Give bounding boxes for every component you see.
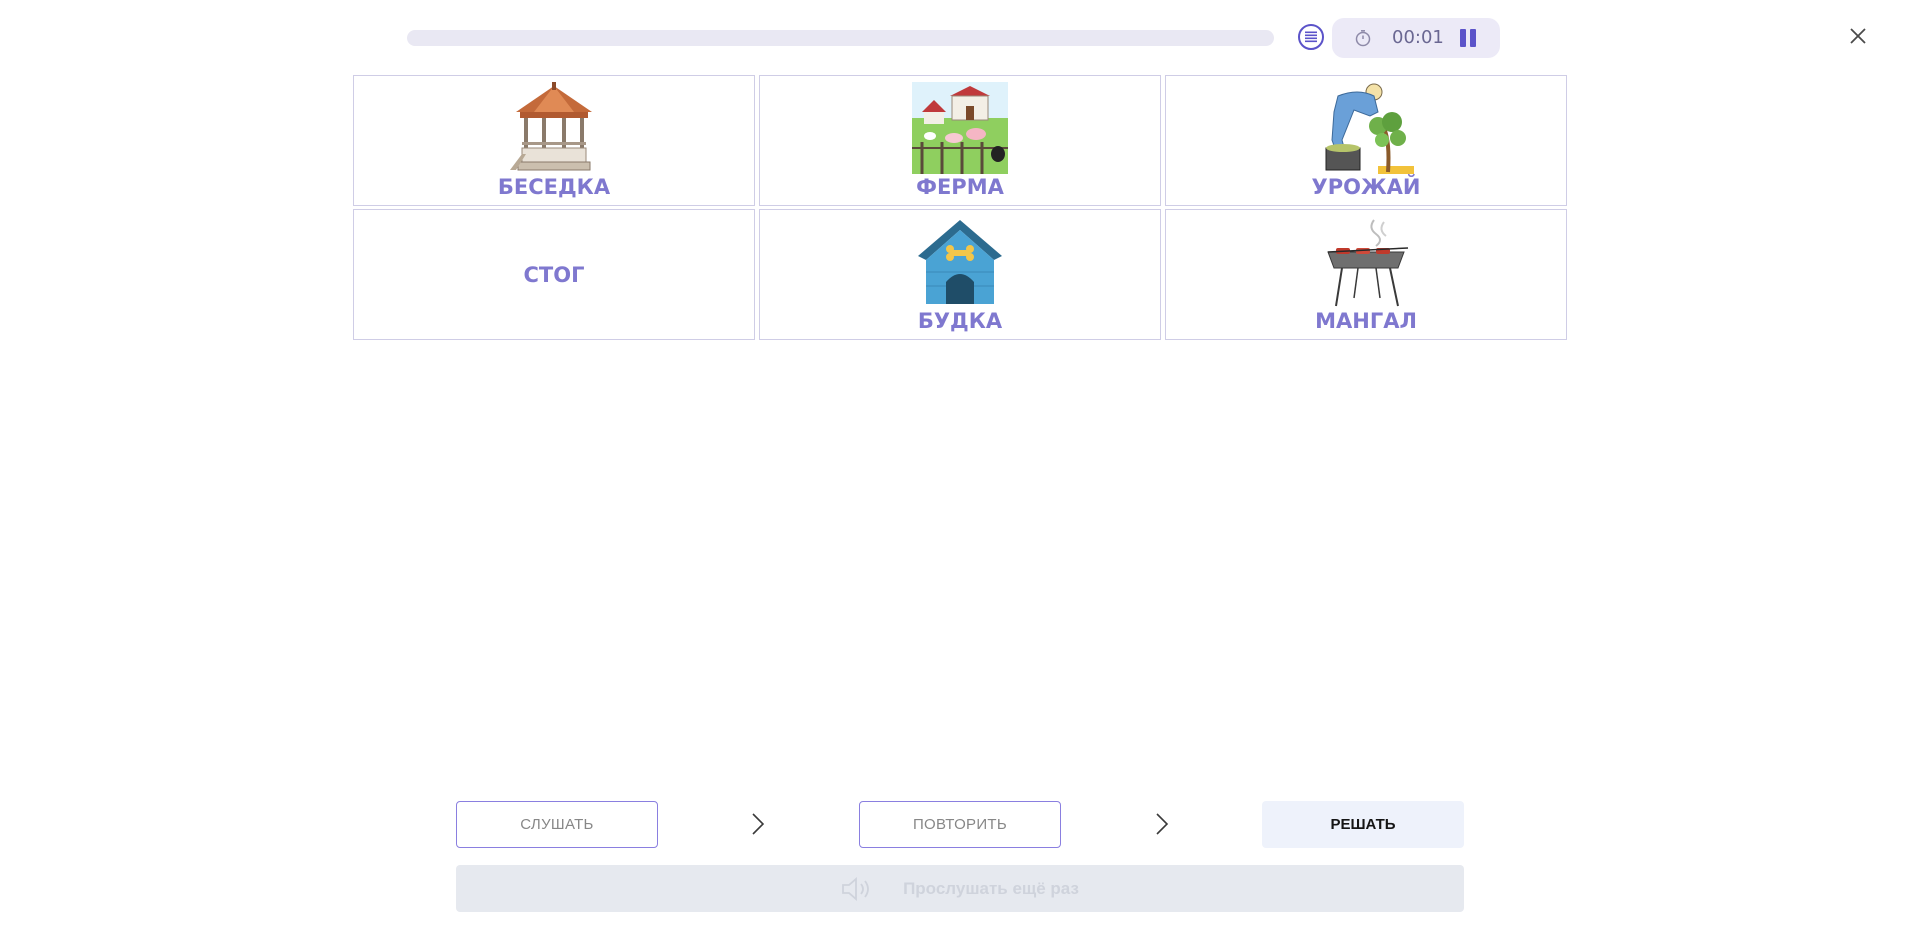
grill-image [1327,219,1409,307]
close-icon[interactable] [1846,24,1870,48]
word-card-mangal[interactable]: МАНГАЛ [1165,209,1567,340]
timer: 00:01 [1332,18,1500,58]
word-label: БУДКА [917,309,1003,333]
repeat-button[interactable]: ПОВТОРИТЬ [859,801,1061,848]
word-card-urozhai[interactable]: УРОЖАЙ [1165,75,1567,206]
word-label: СТОГ [523,262,585,287]
word-label: ФЕРМА [916,175,1004,199]
harvest-image [1325,83,1414,174]
word-card-ferma[interactable]: ФЕРМА [759,75,1161,206]
listen-again-button[interactable]: Прослушать ещё раз [456,865,1464,912]
pause-icon-bar-right [1470,29,1476,47]
list-icon [1305,31,1317,43]
word-grid: БЕСЕДКА ФЕРМА УРОЖАЙ СТОГ БУДКА МАНГАЛ [353,75,1567,342]
chevron-right-icon [1156,813,1169,835]
pause-button[interactable] [1458,29,1478,47]
word-label: БЕСЕДКА [497,175,611,199]
doghouse-image [918,220,1002,304]
farm-image [912,82,1008,174]
word-card-budka[interactable]: БУДКА [759,209,1161,340]
word-label: МАНГАЛ [1315,309,1417,333]
progress-bar [407,30,1274,46]
timer-value: 00:01 [1392,27,1444,48]
gazebo-image [510,82,592,171]
listen-again-label: Прослушать ещё раз [903,878,1079,898]
word-card-stog[interactable]: СТОГ [353,209,755,340]
listen-button[interactable]: СЛУШАТЬ [456,801,658,848]
solve-button[interactable]: РЕШАТЬ [1262,801,1464,848]
stopwatch-icon [1355,30,1371,47]
speaker-icon [842,876,869,901]
word-card-besedka[interactable]: БЕСЕДКА [353,75,755,206]
word-label: УРОЖАЙ [1311,175,1421,199]
pause-icon-bar-left [1460,29,1466,47]
task-list-button[interactable] [1298,24,1324,50]
chevron-right-icon [752,813,765,835]
